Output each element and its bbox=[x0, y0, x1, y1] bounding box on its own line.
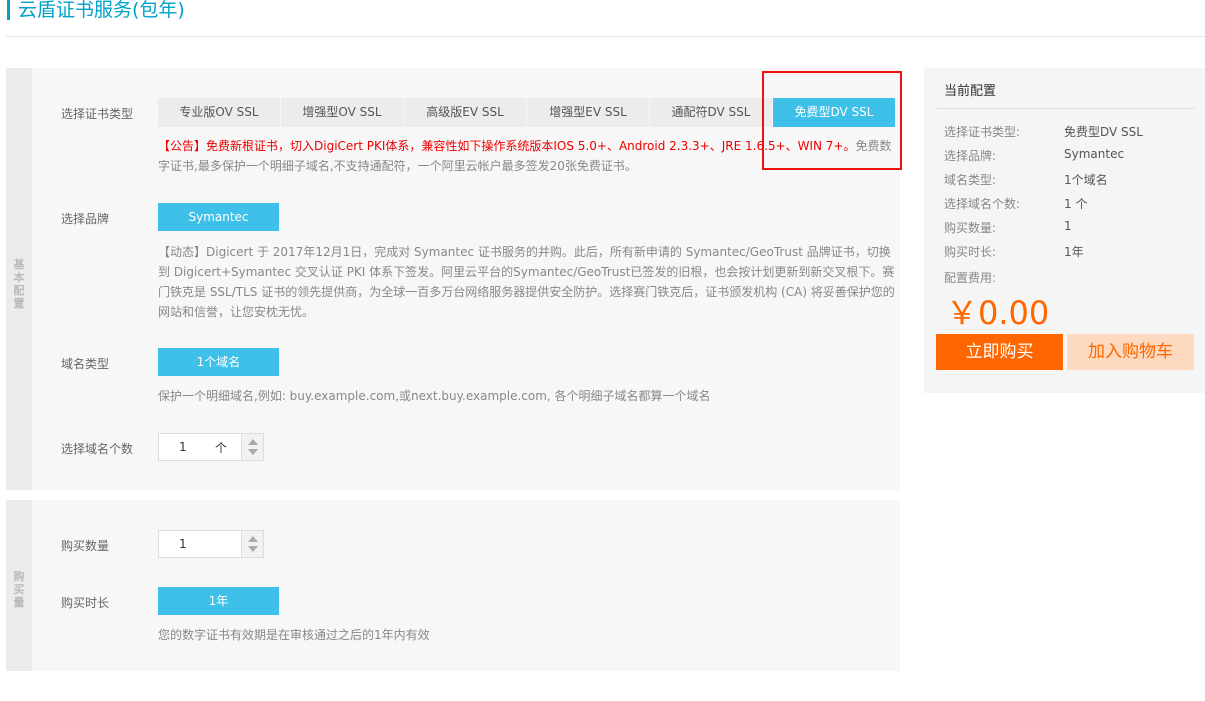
tab-wildcard-dv-ssl[interactable]: 通配符DV SSL bbox=[650, 98, 772, 127]
summary-divider bbox=[937, 108, 1195, 109]
add-to-cart-button[interactable]: 加入购物车 bbox=[1067, 334, 1194, 370]
quantity-label: 购买数量 bbox=[61, 539, 110, 553]
brand-symantec-button[interactable]: Symantec bbox=[158, 203, 279, 231]
summary-value-duration: 1年 bbox=[1064, 245, 1084, 259]
increment-icon[interactable] bbox=[247, 536, 258, 542]
tab-enhanced-ov-ssl[interactable]: 增强型OV SSL bbox=[281, 98, 403, 127]
duration-1year-button[interactable]: 1年 bbox=[158, 587, 279, 615]
quantity-input[interactable]: 1 bbox=[158, 530, 242, 558]
summary-value-cert-type: 免费型DV SSL bbox=[1064, 125, 1143, 139]
decrement-icon[interactable] bbox=[247, 546, 258, 552]
duration-description: 您的数字证书有效期是在审核通过之后的1年内有效 bbox=[158, 628, 430, 642]
domain-type-label: 域名类型 bbox=[61, 357, 110, 371]
summary-value-domain-count: 1 个 bbox=[1064, 197, 1088, 211]
summary-label-brand: 选择品牌: bbox=[944, 149, 997, 163]
domain-type-description: 保护一个明细域名,例如: buy.example.com,或next.buy.e… bbox=[158, 389, 711, 403]
summary-title: 当前配置 bbox=[944, 84, 997, 99]
page-title: 云盾证书服务(包年) bbox=[7, 0, 185, 20]
notice-announcement: 【公告】免费新根证书，切入DigiCert PKI体系，兼容性如下操作系统版本I… bbox=[158, 139, 856, 153]
summary-label-domain-count: 选择域名个数: bbox=[944, 197, 1021, 211]
domain-type-button[interactable]: 1个域名 bbox=[158, 348, 279, 376]
summary-value-brand: Symantec bbox=[1064, 147, 1125, 161]
section-sidebar: 购买量 bbox=[6, 500, 32, 671]
current-config-panel: 当前配置 选择证书类型: 免费型DV SSL 选择品牌: Symantec 域名… bbox=[924, 68, 1205, 393]
cert-type-label: 选择证书类型 bbox=[61, 107, 134, 121]
buy-now-button[interactable]: 立即购买 bbox=[936, 334, 1063, 370]
side-label-basic: 基本配置 bbox=[13, 258, 25, 310]
side-label-purchase: 购买量 bbox=[13, 570, 25, 609]
summary-label-domain-type: 域名类型: bbox=[944, 173, 997, 187]
increment-icon[interactable] bbox=[247, 439, 258, 445]
domain-count-arrows bbox=[242, 433, 264, 461]
brand-label: 选择品牌 bbox=[61, 212, 110, 226]
summary-label-quantity: 购买数量: bbox=[944, 221, 997, 235]
quantity-value: 1 bbox=[179, 537, 187, 551]
domain-count-label: 选择域名个数 bbox=[61, 442, 134, 456]
duration-label: 购买时长 bbox=[61, 596, 110, 610]
domain-count-unit: 个 bbox=[214, 440, 227, 455]
quantity-arrows bbox=[242, 530, 264, 558]
title-divider bbox=[6, 36, 1205, 37]
summary-fee-label: 配置费用: bbox=[944, 271, 997, 285]
domain-count-value: 1 bbox=[179, 440, 187, 454]
domain-count-input[interactable]: 1 个 bbox=[158, 433, 242, 461]
summary-price: ￥0.00 bbox=[946, 294, 1050, 332]
summary-value-quantity: 1 bbox=[1064, 219, 1072, 233]
summary-value-domain-type: 1个域名 bbox=[1064, 173, 1108, 187]
highlight-annotation-box bbox=[762, 71, 902, 170]
section-sidebar: 基本配置 bbox=[6, 68, 32, 490]
summary-label-cert-type: 选择证书类型: bbox=[944, 125, 1021, 139]
tab-advanced-ev-ssl[interactable]: 高级版EV SSL bbox=[404, 98, 526, 127]
domain-count-stepper[interactable]: 1 个 bbox=[158, 433, 266, 461]
tab-pro-ov-ssl[interactable]: 专业版OV SSL bbox=[158, 98, 280, 127]
decrement-icon[interactable] bbox=[247, 449, 258, 455]
tab-enhanced-ev-ssl[interactable]: 增强型EV SSL bbox=[527, 98, 649, 127]
summary-label-duration: 购买时长: bbox=[944, 245, 997, 259]
quantity-stepper[interactable]: 1 bbox=[158, 530, 266, 558]
purchase-section: 购买量 购买数量 1 购买时长 1年 您的数字证书有效期是在审核通过之后的1年内… bbox=[6, 500, 900, 671]
brand-description: 【动态】Digicert 于 2017年12月1日，完成对 Symantec 证… bbox=[158, 245, 895, 319]
